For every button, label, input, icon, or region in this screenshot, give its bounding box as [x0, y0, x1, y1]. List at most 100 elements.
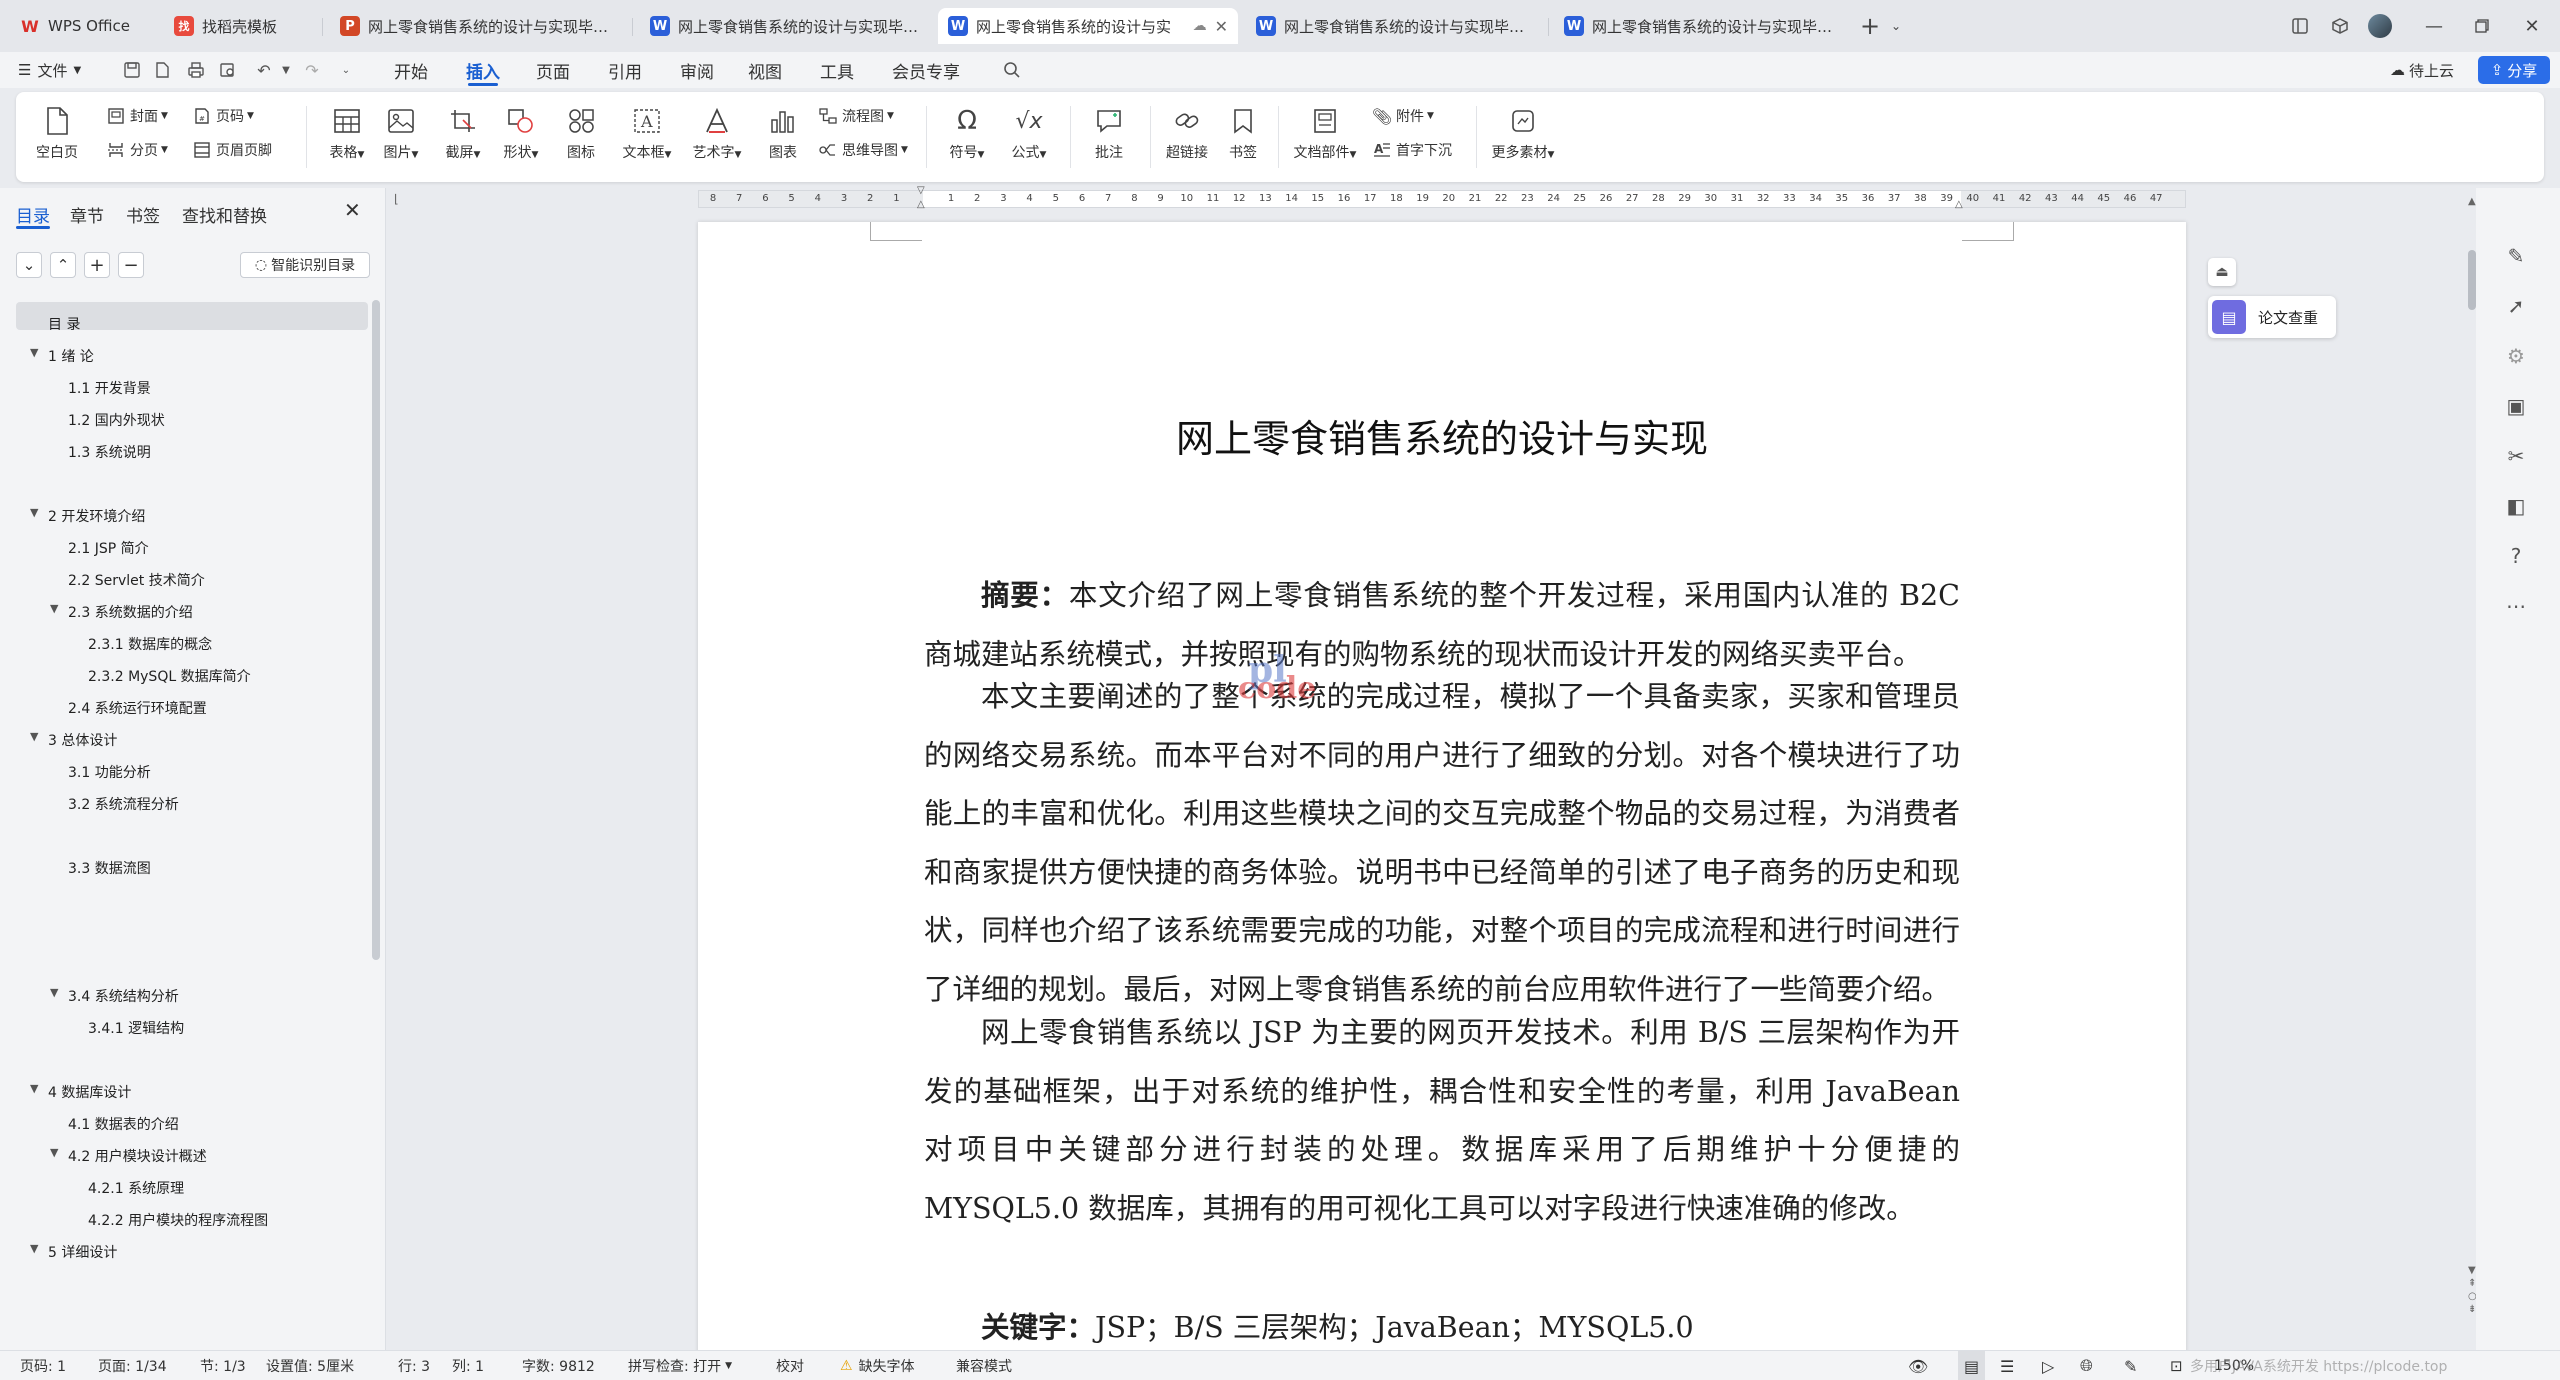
- tools-icon[interactable]: ✂: [2500, 440, 2532, 472]
- tab-word-doc-2[interactable]: W 网上零食销售系统的设计与实现毕业设: [1246, 8, 1542, 44]
- menu-insert[interactable]: 插入: [466, 52, 500, 88]
- tab-ppt-doc[interactable]: P 网上零食销售系统的设计与实现毕业设: [330, 8, 626, 44]
- collapse-side-icon[interactable]: ⏏: [2208, 258, 2236, 286]
- share-button[interactable]: ⇪ 分享: [2478, 56, 2550, 84]
- restore-icon[interactable]: [2468, 12, 2496, 40]
- toc-item[interactable]: 3.1 功能分析: [68, 762, 151, 782]
- toc-item[interactable]: 2.2 Servlet 技术简介: [68, 570, 205, 590]
- dropcap-button[interactable]: A 首字下沉: [1372, 140, 1452, 160]
- more-icon[interactable]: ⋯: [2500, 590, 2532, 622]
- scroll-up-icon[interactable]: ▲: [2468, 196, 2476, 207]
- page-break-button[interactable]: 分页 ▼: [106, 140, 168, 160]
- tab-word-doc-3[interactable]: W 网上零食销售系统的设计与实现毕业设: [1554, 8, 1844, 44]
- cover-button[interactable]: 封面 ▼: [106, 106, 168, 126]
- panel-tab-find-replace[interactable]: 查找和替换: [182, 202, 267, 227]
- tab-stop-icon[interactable]: ⌊: [394, 192, 399, 206]
- chart-button[interactable]: 图表: [752, 104, 814, 162]
- toc-item[interactable]: ▼ 3.4 系统结构分析: [50, 986, 179, 1006]
- remove-heading-icon[interactable]: −: [118, 252, 144, 278]
- page-view-icon[interactable]: ▤: [1958, 1351, 1986, 1380]
- symbol-button[interactable]: Ω 符号▼: [938, 104, 996, 162]
- flowchart-button[interactable]: 流程图 ▼: [818, 106, 894, 126]
- tab-templates[interactable]: 找 找稻壳模板: [164, 8, 314, 44]
- chevron-down-icon[interactable]: ▼: [274, 58, 298, 82]
- toc-item[interactable]: ▼ 4.2 用户模块设计概述: [50, 1146, 207, 1166]
- comment-button[interactable]: 批注: [1080, 104, 1138, 162]
- picture-button[interactable]: 图片▼: [370, 104, 432, 162]
- toc-item[interactable]: ▼ 4 数据库设计: [30, 1082, 131, 1102]
- table-button[interactable]: 表格▼: [316, 104, 378, 162]
- more-material-button[interactable]: 更多素材▼: [1484, 104, 1562, 162]
- tab-list-chevron-icon[interactable]: ⌄: [1882, 12, 1910, 40]
- status-setting[interactable]: 设置值: 5厘米: [266, 1351, 354, 1380]
- blank-page-button[interactable]: 空白页: [32, 104, 82, 162]
- mindmap-button[interactable]: 思维导图 ▼: [818, 140, 908, 160]
- toc-item[interactable]: 4.2.2 用户模块的程序流程图: [88, 1210, 268, 1230]
- toc-item[interactable]: ▼ 1 绪 论: [30, 346, 94, 366]
- more-chevron-icon[interactable]: ⌄: [334, 58, 358, 82]
- menu-start[interactable]: 开始: [394, 52, 428, 88]
- print-preview-icon[interactable]: [216, 58, 240, 82]
- play-icon[interactable]: ▷: [2042, 1351, 2054, 1380]
- header-footer-button[interactable]: 页眉页脚: [192, 140, 272, 160]
- print-icon[interactable]: [184, 58, 208, 82]
- wordart-button[interactable]: 艺术字▼: [682, 104, 752, 162]
- zoom-fit-icon[interactable]: ⊡: [2170, 1351, 2183, 1380]
- pen-mode-icon[interactable]: ✎: [2124, 1351, 2137, 1380]
- document-scrollbar[interactable]: [2468, 250, 2476, 310]
- menu-member[interactable]: 会员专享: [892, 52, 960, 88]
- expand-arrow-icon[interactable]: ▼: [30, 346, 38, 359]
- close-window-icon[interactable]: ✕: [2518, 12, 2546, 40]
- toc-item[interactable]: 3.3 数据流图: [68, 858, 151, 878]
- collapse-up-icon[interactable]: ⌃: [50, 252, 76, 278]
- shape-button[interactable]: 形状▼: [490, 104, 552, 162]
- tab-wps-office[interactable]: W WPS Office: [10, 8, 150, 44]
- web-view-icon[interactable]: 🌐︎: [2080, 1351, 2093, 1380]
- menu-tools[interactable]: 工具: [820, 52, 854, 88]
- toc-item[interactable]: ▼ 3 总体设计: [30, 730, 117, 750]
- help-icon[interactable]: ?: [2500, 540, 2532, 572]
- panel-tab-bookmarks[interactable]: 书签: [126, 202, 160, 227]
- expand-arrow-icon[interactable]: ▼: [50, 602, 58, 615]
- expand-arrow-icon[interactable]: ▼: [30, 506, 38, 519]
- expand-arrow-icon[interactable]: ▼: [50, 1146, 58, 1159]
- toc-item[interactable]: ▼ 2 开发环境介绍: [30, 506, 145, 526]
- menu-reference[interactable]: 引用: [608, 52, 642, 88]
- status-page-number[interactable]: 页码: 1: [20, 1351, 66, 1380]
- right-indent-marker-icon[interactable]: △: [1955, 199, 1963, 210]
- eye-icon[interactable]: 👁︎: [1908, 1351, 1928, 1380]
- toc-item[interactable]: 1.3 系统说明: [68, 442, 151, 462]
- textbox-button[interactable]: A 文本框▼: [612, 104, 682, 162]
- cube-icon[interactable]: [2326, 12, 2354, 40]
- avatar[interactable]: [2366, 12, 2394, 40]
- pen-icon[interactable]: ✎: [2500, 240, 2532, 272]
- status-missing-font[interactable]: ⚠ 缺失字体: [840, 1351, 915, 1380]
- export-pdf-icon[interactable]: [150, 58, 174, 82]
- page-number-button[interactable]: # 页码 ▼: [192, 106, 254, 126]
- panel-tab-chapters[interactable]: 章节: [70, 202, 104, 227]
- doc-parts-button[interactable]: 文档部件▼: [1286, 104, 1364, 162]
- outline-view-icon[interactable]: ☰: [2000, 1351, 2014, 1380]
- panel-tab-toc[interactable]: 目录: [16, 202, 50, 227]
- undo-icon[interactable]: ↶: [252, 58, 276, 82]
- attachment-button[interactable]: 📎︎ 附件 ▼: [1372, 106, 1434, 126]
- toc-item[interactable]: 4.1 数据表的介绍: [68, 1114, 179, 1134]
- indent-marker-icon[interactable]: △: [917, 199, 925, 210]
- toc-item[interactable]: 2.3.1 数据库的概念: [88, 634, 212, 654]
- expand-arrow-icon[interactable]: ▼: [30, 1242, 38, 1255]
- status-page[interactable]: 页面: 1/34: [98, 1351, 167, 1380]
- status-word-count[interactable]: 字数: 9812: [522, 1351, 595, 1380]
- bookmark-button[interactable]: 书签: [1214, 104, 1272, 162]
- image-edit-icon[interactable]: ▣: [2500, 390, 2532, 422]
- toc-item[interactable]: ▼ 5 详细设计: [30, 1242, 117, 1262]
- menu-view[interactable]: 视图: [748, 52, 782, 88]
- toc-item[interactable]: 2.3.2 MySQL 数据库简介: [88, 666, 251, 686]
- indent-marker-icon[interactable]: ▽: [917, 185, 925, 196]
- redo-icon[interactable]: ↷: [300, 58, 324, 82]
- toc-item[interactable]: 2.4 系统运行环境配置: [68, 698, 207, 718]
- tab-word-doc-1[interactable]: W 网上零食销售系统的设计与实现毕业设: [640, 8, 930, 44]
- screenshot-button[interactable]: 截屏▼: [432, 104, 494, 162]
- horizontal-ruler[interactable]: 8 7 6 5 4 3 2 1 1 2 3 4 5 6 7 8 9 10 11 12 13 14 15 16 17 18 19 20 2…: [698, 185, 2186, 210]
- adjust-icon[interactable]: ⚙: [2500, 340, 2532, 372]
- toc-item[interactable]: 3.4.1 逻辑结构: [88, 1018, 184, 1038]
